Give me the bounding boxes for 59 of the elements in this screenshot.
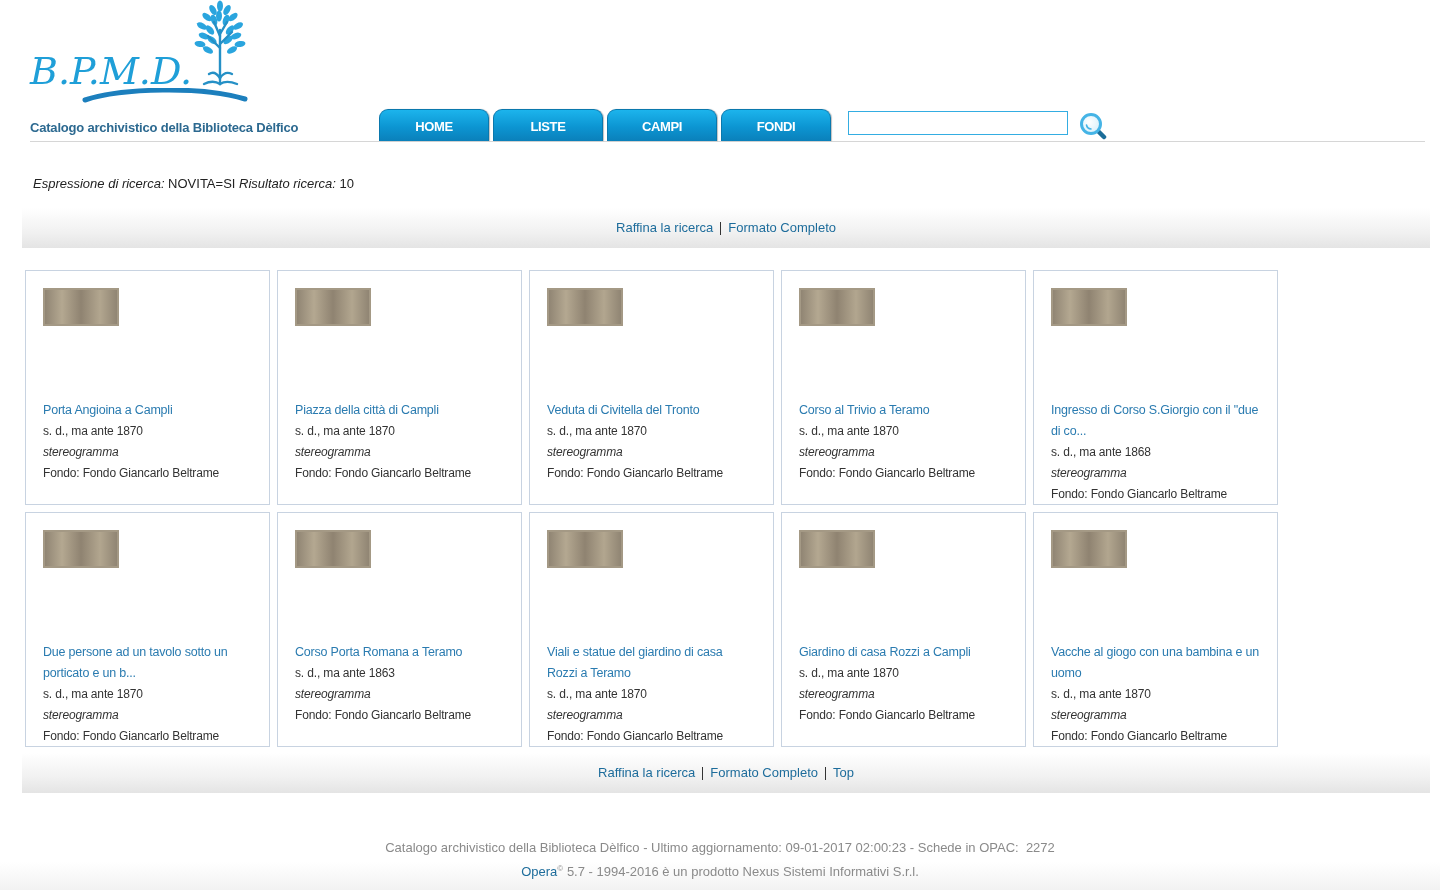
result-type: stereogramma xyxy=(295,686,371,703)
result-date: s. d., ma ante 1870 xyxy=(547,423,647,440)
result-title[interactable]: Due persone ad un tavolo sotto un porticato e un b... xyxy=(43,642,251,684)
footer-credit: Opera$^{©}$ 5.7 - 1994-2016 è un prodotto Nexus Sistemi Informativi S.r.l. xyxy=(521,862,919,881)
search-button[interactable] xyxy=(1079,112,1107,140)
result-type: stereogramma xyxy=(547,707,623,724)
result-type: stereogramma xyxy=(295,444,371,461)
search-icon xyxy=(1079,112,1107,140)
result-title[interactable]: Corso Porta Romana a Teramo xyxy=(295,642,463,663)
result-fondo: Fondo: Fondo Giancarlo Beltrame xyxy=(1051,728,1228,745)
result-title[interactable]: Porta Angioina a Campli xyxy=(43,400,173,421)
nav-tab[interactable]: HOME xyxy=(379,109,489,141)
result-title[interactable]: Corso al Trivio a Teramo xyxy=(799,400,930,421)
result-date: s. d., ma ante 1870 xyxy=(799,423,899,440)
result-date: s. d., ma ante 1870 xyxy=(295,423,395,440)
result-fondo: Fondo: Fondo Giancarlo Beltrame xyxy=(547,728,724,745)
result-date: s. d., ma ante 1868 xyxy=(1051,444,1151,461)
result-title[interactable]: Piazza della città di Campli xyxy=(295,400,439,421)
tree-icon xyxy=(192,0,248,86)
result-fondo: Fondo: Fondo Giancarlo Beltrame xyxy=(295,707,472,724)
result-date: s. d., ma ante 1870 xyxy=(43,423,143,440)
result-date: s. d., ma ante 1870 xyxy=(799,665,899,682)
result-type: stereogramma xyxy=(1051,465,1127,482)
result-type: stereogramma xyxy=(43,707,119,724)
result-fondo: Fondo: Fondo Giancarlo Beltrame xyxy=(43,465,220,482)
result-fondo: Fondo: Fondo Giancarlo Beltrame xyxy=(295,465,472,482)
result-link[interactable]: Formato Completo xyxy=(728,220,836,236)
search-field[interactable] xyxy=(848,111,1068,135)
result-type: stereogramma xyxy=(799,444,875,461)
result-title[interactable]: Veduta di Civitella del Tronto xyxy=(547,400,700,421)
result-link[interactable]: Formato Completo xyxy=(710,765,818,781)
logo-text: B.P.M.D. xyxy=(30,50,192,92)
result-title[interactable]: Viali e statue del giardino di casa Rozzi a Teramo xyxy=(547,642,755,684)
result-title[interactable]: Vacche al giogo con una bambina e un uomo xyxy=(1051,642,1259,684)
result-date: s. d., ma ante 1870 xyxy=(43,686,143,703)
search-summary: Espressione di ricerca: NOVITA=SI Risultato ricerca: 10 xyxy=(33,176,354,192)
footer-info: Catalogo archivistico della Biblioteca Dèlfico - Ultimo aggiornamento: 09-01-2017 02:00:23 - Schede in OPAC: 2272 xyxy=(385,839,1055,857)
nav-tab[interactable]: FONDI xyxy=(721,109,831,141)
result-fondo: Fondo: Fondo Giancarlo Beltrame xyxy=(43,728,220,745)
catalog-subtitle: Catalogo archivistico della Biblioteca Dèlfico xyxy=(30,120,300,135)
result-fondo: Fondo: Fondo Giancarlo Beltrame xyxy=(799,707,976,724)
result-type: stereogramma xyxy=(1051,707,1127,724)
result-type: stereogramma xyxy=(799,686,875,703)
nav-tab[interactable]: LISTE xyxy=(493,109,603,141)
result-fondo: Fondo: Fondo Giancarlo Beltrame xyxy=(1051,486,1228,503)
result-link[interactable]: Raffina la ricerca xyxy=(598,765,696,781)
opera-link[interactable]: Opera xyxy=(521,864,558,879)
result-link[interactable]: Top xyxy=(833,765,854,781)
result-link[interactable]: Raffina la ricerca xyxy=(616,220,714,236)
result-type: stereogramma xyxy=(547,444,623,461)
nav-tab[interactable]: CAMPI xyxy=(607,109,717,141)
result-date: s. d., ma ante 1870 xyxy=(547,686,647,703)
result-type: stereogramma xyxy=(43,444,119,461)
result-date: s. d., ma ante 1863 xyxy=(295,665,395,682)
result-title[interactable]: Giardino di casa Rozzi a Campli xyxy=(799,642,971,663)
result-date: s. d., ma ante 1870 xyxy=(1051,686,1151,703)
result-fondo: Fondo: Fondo Giancarlo Beltrame xyxy=(547,465,724,482)
result-fondo: Fondo: Fondo Giancarlo Beltrame xyxy=(799,465,976,482)
result-title[interactable]: Ingresso di Corso S.Giorgio con il "due di co... xyxy=(1051,400,1259,442)
